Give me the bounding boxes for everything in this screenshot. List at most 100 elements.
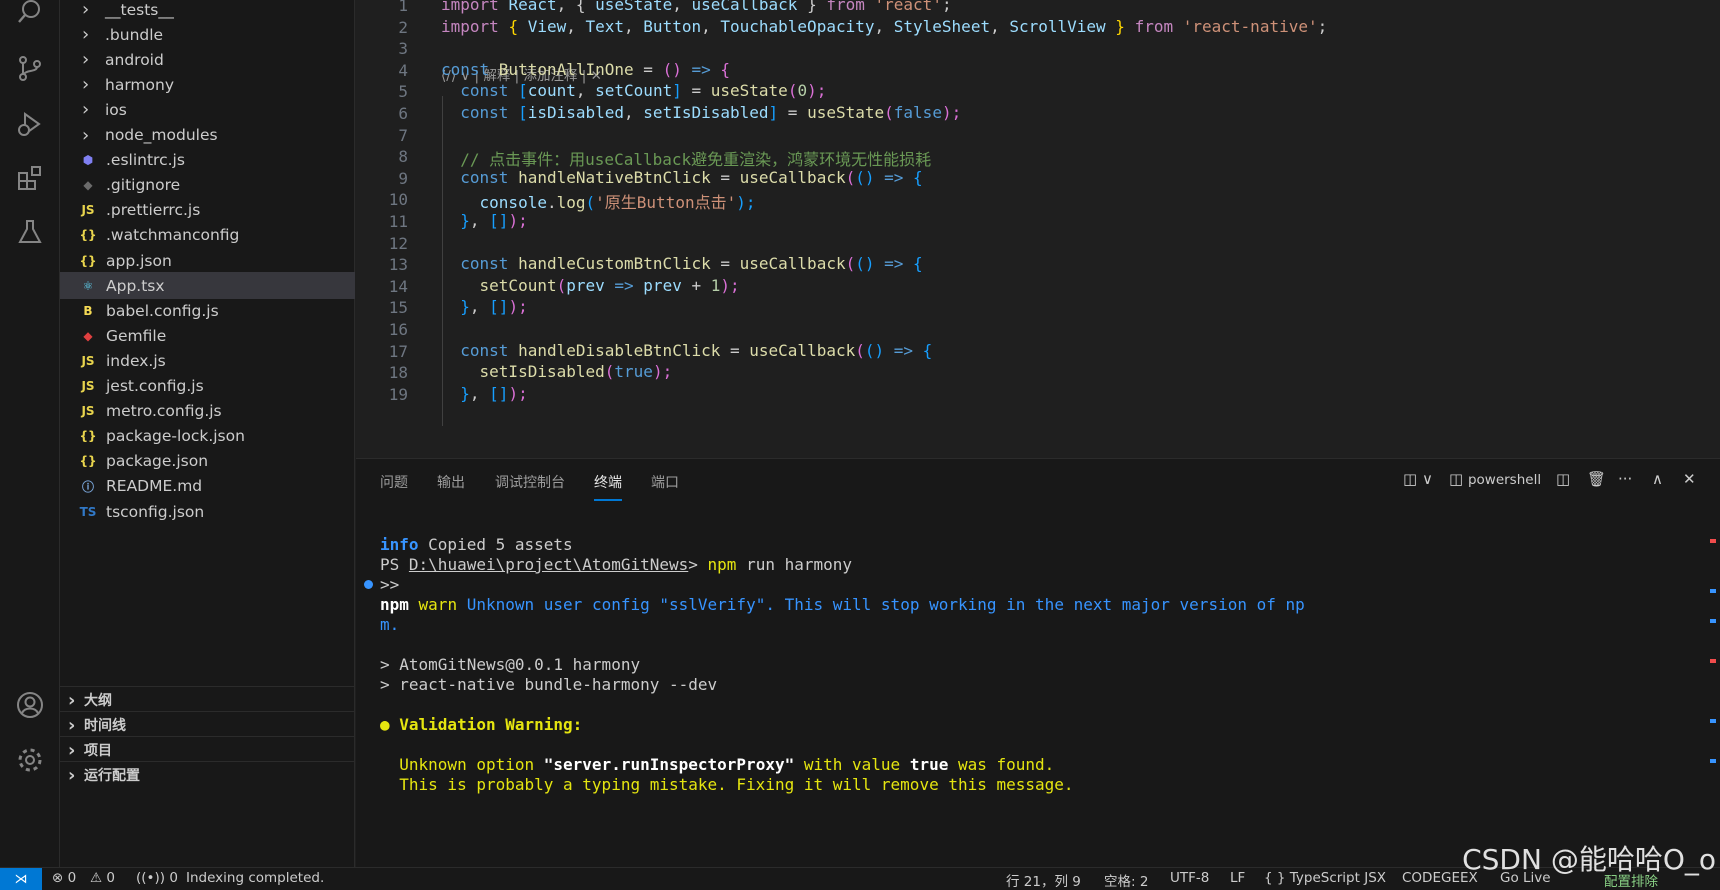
code-line: const handleDisableBtnClick = useCallbac… (441, 340, 933, 360)
more-actions-icon[interactable]: ··· (1618, 470, 1632, 488)
line-number: 15 (388, 298, 408, 318)
file-item[interactable]: {} package.json (60, 448, 355, 475)
sidebar-section[interactable]: › 运行配置 (60, 761, 355, 788)
terminal-line: > AtomGitNews@0.0.1 harmony (380, 655, 641, 674)
tree-item-label: Gemfile (106, 326, 167, 345)
file-item[interactable]: ⚛ App.tsx (60, 272, 355, 300)
remote-indicator-icon[interactable]: ⋊ (0, 868, 42, 890)
split-layout-icon[interactable]: ◫ ∨ (1403, 470, 1433, 488)
js-icon: JS (81, 379, 95, 393)
status-warnings[interactable]: ⚠ 0 (90, 870, 115, 886)
chevron-right-icon: › (68, 764, 76, 786)
folder-item[interactable]: › node_modules (60, 122, 355, 149)
chevron-right-icon: › (82, 49, 90, 71)
status-eol[interactable]: LF (1230, 870, 1245, 886)
terminal-scrollbar[interactable] (1710, 509, 1716, 859)
line-number: 9 (398, 168, 408, 188)
code-line: }, []); (441, 383, 528, 403)
file-item[interactable]: {} .watchmanconfig (60, 222, 355, 249)
file-item[interactable]: {} app.json (60, 247, 355, 274)
chevron-right-icon: › (68, 739, 76, 761)
code-line: const ButtonAllInOne = () => { (441, 59, 730, 79)
split-terminal-icon[interactable]: ◫ (1556, 470, 1570, 488)
json-icon: {} (79, 228, 97, 243)
tree-item-label: jest.config.js (106, 377, 204, 395)
status-language[interactable]: { } TypeScript JSX (1264, 870, 1386, 886)
file-item[interactable]: JS index.js (60, 347, 355, 374)
file-item[interactable]: {} package-lock.json (60, 423, 355, 450)
file-item[interactable]: JS jest.config.js (60, 373, 355, 400)
status-indentation[interactable]: 空格: 2 (1104, 870, 1148, 890)
sidebar-section[interactable]: › 项目 (60, 736, 355, 763)
tree-item-label: .prettierrc.js (106, 201, 201, 220)
tree-item-label: .eslintrc.js (106, 151, 185, 170)
tab-ports[interactable]: 端口 (651, 472, 679, 492)
tree-item-label: .gitignore (106, 176, 181, 195)
trash-icon[interactable]: 🗑 (1587, 470, 1606, 488)
code-editor[interactable]: ⟨/⟩ ∨ | 解释 | 添加注释 | ✕ 1 2 3 4 5 6 7 8 9 10 11 12 13 1… (356, 0, 1720, 458)
tree-item-label: package-lock.json (106, 427, 245, 446)
code-line: const [count, setCount] = useState(0); (441, 81, 827, 101)
section-label: 项目 (84, 743, 112, 759)
eslint-icon: ⬢ (82, 153, 94, 168)
chevron-right-icon: › (82, 124, 90, 146)
code-line: // 点击事件：用useCallback避免重渲染，鸿蒙环境无性能损耗 (441, 150, 932, 170)
status-encoding[interactable]: UTF-8 (1170, 870, 1209, 886)
file-item[interactable]: ⬢ .eslintrc.js (60, 147, 355, 174)
info-icon: ⓘ (81, 479, 94, 494)
run-debug-icon[interactable] (12, 106, 48, 142)
command-decoration-dot[interactable] (364, 580, 373, 589)
line-number: 3 (398, 39, 408, 59)
code-line: const handleNativeBtnClick = useCallback… (441, 167, 923, 187)
close-panel-icon[interactable]: ✕ (1683, 470, 1696, 488)
status-ports[interactable]: ((•)) 0 (136, 870, 178, 886)
line-number: 2 (398, 17, 408, 37)
folder-item[interactable]: › harmony (60, 71, 355, 98)
tab-problems[interactable]: 问题 (380, 472, 408, 492)
account-icon[interactable] (12, 687, 48, 723)
tree-item-label: package.json (106, 452, 209, 471)
tree-item-label: .bundle (105, 25, 164, 44)
tree-item-label: harmony (105, 75, 175, 94)
tab-terminal[interactable]: 终端 (594, 472, 622, 501)
search-icon[interactable] (12, 0, 48, 30)
terminal-line: This is probably a typing mistake. Fixin… (380, 775, 1074, 794)
folder-item[interactable]: › .bundle (60, 21, 355, 48)
file-item[interactable]: ◆ .gitignore (60, 172, 355, 199)
shell-name: powershell (1467, 472, 1542, 488)
folder-item[interactable]: › ios (60, 96, 355, 123)
status-errors[interactable]: ⊗ 0 (52, 870, 76, 886)
line-number: 16 (388, 320, 408, 339)
line-number: 8 (398, 147, 408, 167)
code-line: }, []); (441, 297, 528, 317)
tree-item-label: ios (105, 100, 127, 119)
status-cursor-position[interactable]: 行 21，列 9 (1006, 870, 1081, 890)
sidebar-section[interactable]: › 时间线 (60, 711, 355, 738)
tab-output[interactable]: 输出 (437, 472, 465, 492)
file-item[interactable]: JS .prettierrc.js (60, 197, 355, 224)
sidebar-section[interactable]: › 大纲 (60, 686, 355, 713)
file-item[interactable]: TS tsconfig.json (60, 498, 355, 525)
tree-item-label: app.json (106, 251, 172, 270)
terminal-line: ● Validation Warning: (380, 715, 583, 734)
source-control-icon[interactable] (12, 50, 48, 86)
file-item[interactable]: ⓘ README.md (60, 473, 355, 500)
js-icon: JS (81, 404, 95, 419)
tab-debug-console[interactable]: 调试控制台 (495, 472, 565, 492)
extensions-icon[interactable] (12, 160, 48, 196)
maximize-panel-icon[interactable]: ∧ (1652, 470, 1663, 488)
file-item[interactable]: JS metro.config.js (60, 398, 355, 425)
activity-bar (0, 0, 60, 867)
babel-icon: B (83, 303, 93, 318)
file-item[interactable]: Bbabel.config.js (60, 297, 355, 324)
testing-flask-icon[interactable] (12, 214, 48, 250)
settings-gear-icon[interactable] (12, 742, 48, 778)
file-item[interactable]: ◆ Gemfile (60, 322, 355, 349)
folder-item[interactable]: › __tests__ (60, 0, 355, 23)
terminal-shell-selector[interactable]: ◫ powershell (1449, 470, 1541, 488)
line-number: 5 (398, 82, 408, 102)
line-number: 1 (398, 0, 408, 15)
code-line: import React, { useState, useCallback } … (441, 0, 952, 14)
folder-item[interactable]: › android (60, 46, 355, 73)
line-number: 14 (388, 276, 408, 296)
